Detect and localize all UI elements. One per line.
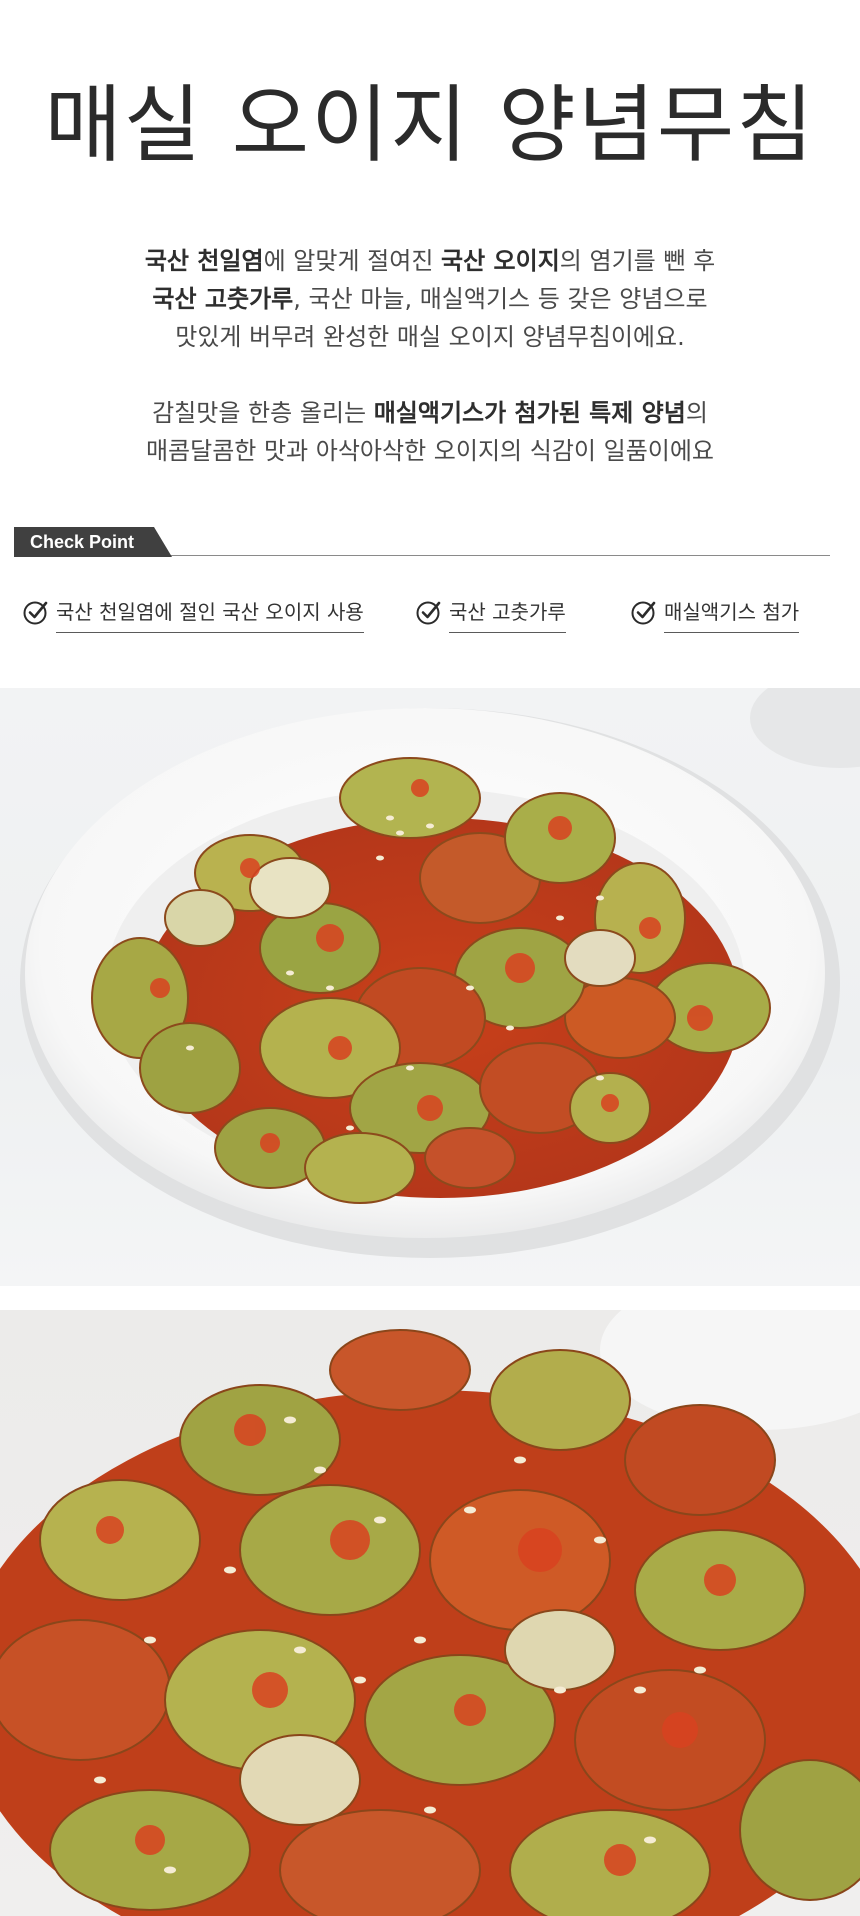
checkpoint-label: 매실액기스 첨가 — [664, 598, 800, 633]
description-line: 맛있게 버무려 완성한 매실 오이지 양념무침이에요. — [175, 323, 685, 351]
checkpoint-label: 국산 천일염에 절인 국산 오이지 사용 — [56, 598, 364, 633]
checkpoint-tag: Check Point — [14, 527, 172, 557]
product-photo-closeup-illustration — [0, 1310, 860, 1916]
product-photo-bowl-illustration — [20, 688, 860, 1258]
product-photo-bowl — [0, 688, 860, 1286]
checkpoint-item: 매실액기스 첨가 — [630, 598, 800, 638]
checkpoint-item: 국산 고춧가루 — [415, 598, 566, 638]
description-line: 국산 천일염에 알맞게 절여진 국산 오이지의 염기를 뺀 후 — [144, 247, 716, 275]
check-circle-icon — [416, 601, 441, 625]
checkpoint-item: 국산 천일염에 절인 국산 오이지 사용 — [22, 598, 364, 638]
description-paragraph-1: 국산 천일염에 알맞게 절여진 국산 오이지의 염기를 뺀 후 국산 고춧가루,… — [80, 242, 780, 356]
check-circle-icon — [631, 601, 656, 625]
page-title: 매실 오이지 양념무침 — [44, 76, 816, 174]
checkpoint-label: 국산 고춧가루 — [449, 598, 566, 633]
description-paragraph-2: 감칠맛을 한층 올리는 매실액기스가 첨가된 특제 양념의 매콤달콤한 맛과 아… — [80, 394, 780, 470]
check-circle-icon — [23, 601, 48, 625]
description-line: 감칠맛을 한층 올리는 매실액기스가 첨가된 특제 양념의 — [152, 399, 708, 427]
checkpoint-divider — [154, 555, 830, 556]
product-photo-closeup — [0, 1310, 860, 1916]
description-line: 국산 고춧가루, 국산 마늘, 매실액기스 등 갖은 양념으로 — [152, 285, 708, 313]
checkpoint-list: 국산 천일염에 절인 국산 오이지 사용 국산 고춧가루 매실액기스 첨가 — [0, 598, 860, 638]
checkpoint-header: Check Point — [14, 525, 830, 557]
description-line: 매콤달콤한 맛과 아삭아삭한 오이지의 식감이 일품이에요 — [145, 437, 715, 465]
